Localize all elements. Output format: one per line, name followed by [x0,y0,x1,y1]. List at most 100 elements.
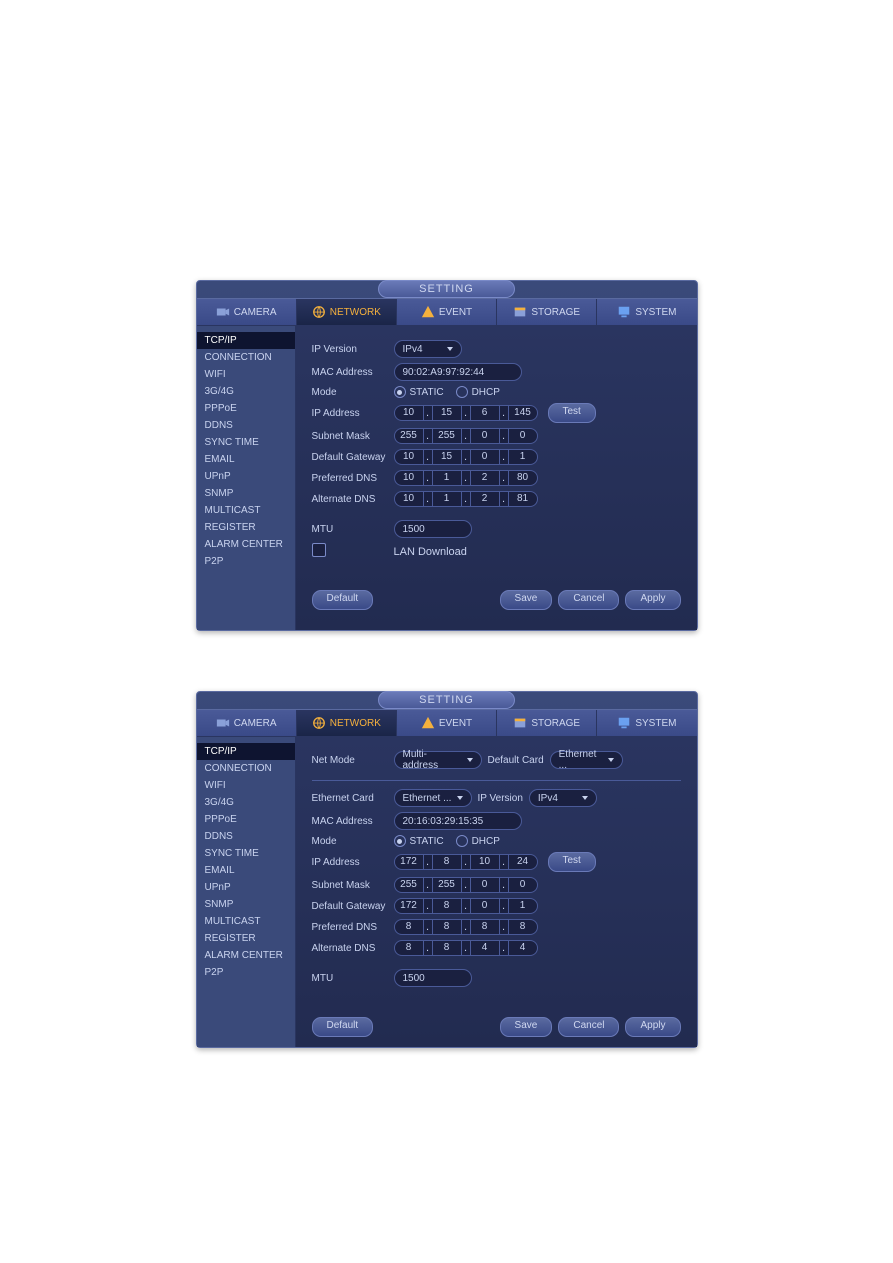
ipversion-select[interactable]: IPv4 [394,340,462,358]
ip-octet[interactable]: 8 [394,940,424,956]
sidebar-item-multicast[interactable]: MULTICAST [197,913,295,930]
radio-static[interactable]: STATIC [394,386,444,398]
ip-octet[interactable]: 255 [394,877,424,893]
ip-octet[interactable]: 8 [432,940,462,956]
tab-camera[interactable]: CAMERA [197,299,297,325]
tab-network[interactable]: NETWORK [297,299,397,325]
ip-octet[interactable]: 10 [394,491,424,507]
ip-octet[interactable]: 8 [394,919,424,935]
sidebar-item-connection[interactable]: CONNECTION [197,760,295,777]
sidebar-item-upnp[interactable]: UPnP [197,879,295,896]
ip-address-input[interactable]: 10.15.6.145 [394,405,538,421]
ip-octet[interactable]: 15 [432,405,462,421]
ip-octet[interactable]: 1 [432,470,462,486]
sidebar-item-alarmcenter[interactable]: ALARM CENTER [197,536,295,553]
apply-button[interactable]: Apply [625,590,680,610]
ip-octet[interactable]: 24 [508,854,538,870]
sidebar-item-3g4g[interactable]: 3G/4G [197,794,295,811]
ip-octet[interactable]: 2 [470,491,500,507]
ip-octet[interactable]: 172 [394,854,424,870]
sidebar-item-connection[interactable]: CONNECTION [197,349,295,366]
altdns-input[interactable]: 10.1.2.81 [394,491,538,507]
sidebar-item-ddns[interactable]: DDNS [197,417,295,434]
tab-event[interactable]: EVENT [397,710,497,736]
ip-octet[interactable]: 0 [470,877,500,893]
sidebar-item-upnp[interactable]: UPnP [197,468,295,485]
ip-octet[interactable]: 1 [508,449,538,465]
cancel-button[interactable]: Cancel [558,590,619,610]
tab-system[interactable]: SYSTEM [597,710,696,736]
sidebar-item-p2p[interactable]: P2P [197,553,295,570]
subnet-input[interactable]: 255.255.0.0 [394,428,538,444]
ipversion-select[interactable]: IPv4 [529,789,597,807]
sidebar-item-synctime[interactable]: SYNC TIME [197,845,295,862]
sidebar-item-tcpip[interactable]: TCP/IP [197,743,295,760]
ip-octet[interactable]: 255 [394,428,424,444]
tab-event[interactable]: EVENT [397,299,497,325]
ip-octet[interactable]: 0 [508,428,538,444]
tab-camera[interactable]: CAMERA [197,710,297,736]
sidebar-item-email[interactable]: EMAIL [197,862,295,879]
ip-octet[interactable]: 0 [470,898,500,914]
ip-octet[interactable]: 0 [470,428,500,444]
ip-octet[interactable]: 1 [432,491,462,507]
ip-octet[interactable]: 8 [432,919,462,935]
ip-octet[interactable]: 8 [470,919,500,935]
sidebar-item-tcpip[interactable]: TCP/IP [197,332,295,349]
sidebar-item-3g4g[interactable]: 3G/4G [197,383,295,400]
ip-octet[interactable]: 255 [432,877,462,893]
ip-octet[interactable]: 15 [432,449,462,465]
tab-network[interactable]: NETWORK [297,710,397,736]
sidebar-item-pppoe[interactable]: PPPoE [197,400,295,417]
ip-octet[interactable]: 4 [508,940,538,956]
prefdns-input[interactable]: 8.8.8.8 [394,919,538,935]
sidebar-item-multicast[interactable]: MULTICAST [197,502,295,519]
save-button[interactable]: Save [500,1017,553,1037]
sidebar-item-email[interactable]: EMAIL [197,451,295,468]
radio-dhcp[interactable]: DHCP [456,835,500,847]
ip-octet[interactable]: 0 [508,877,538,893]
tab-system[interactable]: SYSTEM [597,299,696,325]
mtu-input[interactable]: 1500 [394,520,472,538]
sidebar-item-snmp[interactable]: SNMP [197,485,295,502]
ip-octet[interactable]: 172 [394,898,424,914]
mtu-input[interactable]: 1500 [394,969,472,987]
ip-octet[interactable]: 4 [470,940,500,956]
prefdns-input[interactable]: 10.1.2.80 [394,470,538,486]
ip-octet[interactable]: 8 [432,854,462,870]
ip-octet[interactable]: 10 [470,854,500,870]
altdns-input[interactable]: 8.8.4.4 [394,940,538,956]
ip-octet[interactable]: 2 [470,470,500,486]
radio-dhcp[interactable]: DHCP [456,386,500,398]
subnet-input[interactable]: 255.255.0.0 [394,877,538,893]
apply-button[interactable]: Apply [625,1017,680,1037]
netmode-select[interactable]: Multi-address [394,751,482,769]
radio-static[interactable]: STATIC [394,835,444,847]
gateway-input[interactable]: 172.8.0.1 [394,898,538,914]
sidebar-item-pppoe[interactable]: PPPoE [197,811,295,828]
ip-octet[interactable]: 10 [394,470,424,486]
test-button[interactable]: Test [548,852,596,872]
ip-octet[interactable]: 10 [394,449,424,465]
save-button[interactable]: Save [500,590,553,610]
sidebar-item-synctime[interactable]: SYNC TIME [197,434,295,451]
sidebar-item-wifi[interactable]: WIFI [197,366,295,383]
ip-octet[interactable]: 8 [508,919,538,935]
gateway-input[interactable]: 10.15.0.1 [394,449,538,465]
ip-address-input[interactable]: 172.8.10.24 [394,854,538,870]
ip-octet[interactable]: 10 [394,405,424,421]
ip-octet[interactable]: 1 [508,898,538,914]
ip-octet[interactable]: 80 [508,470,538,486]
sidebar-item-snmp[interactable]: SNMP [197,896,295,913]
ip-octet[interactable]: 6 [470,405,500,421]
test-button[interactable]: Test [548,403,596,423]
defaultcard-select[interactable]: Ethernet ... [550,751,623,769]
sidebar-item-alarmcenter[interactable]: ALARM CENTER [197,947,295,964]
sidebar-item-ddns[interactable]: DDNS [197,828,295,845]
default-button[interactable]: Default [312,1017,374,1037]
default-button[interactable]: Default [312,590,374,610]
ip-octet[interactable]: 0 [470,449,500,465]
ip-octet[interactable]: 81 [508,491,538,507]
ip-octet[interactable]: 8 [432,898,462,914]
sidebar-item-register[interactable]: REGISTER [197,519,295,536]
